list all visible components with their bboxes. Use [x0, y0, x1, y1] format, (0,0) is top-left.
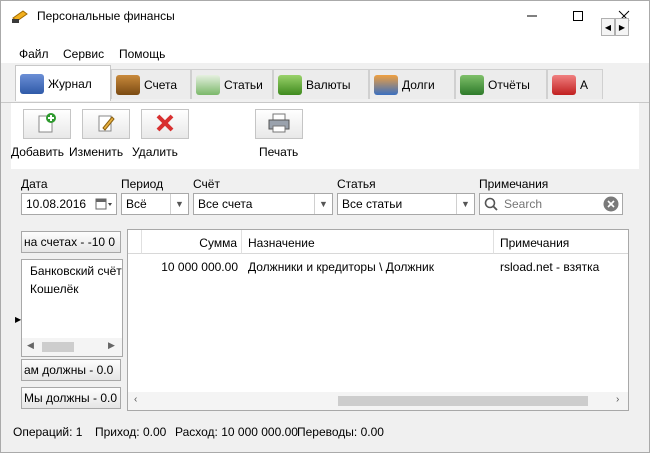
accounts-icon [116, 74, 140, 95]
tab-label: А [580, 77, 589, 92]
status-transfers: Переводы: 0.00 [297, 425, 384, 439]
menu-bar: Файл Сервис Помощь [1, 31, 649, 63]
app-window: Персональные финансы Файл Сервис Помощь … [0, 0, 650, 453]
add-button[interactable] [23, 109, 71, 139]
grid-row-header [128, 230, 142, 254]
edit-label: Изменить [69, 145, 124, 159]
toolbar: Добавить Изменить Удалить Печать [11, 103, 639, 169]
account-select[interactable]: Все счета ▼ [193, 193, 333, 215]
date-label: Дата [21, 177, 48, 191]
delete-label: Удалить [132, 145, 178, 159]
search-input[interactable] [504, 197, 594, 211]
minimize-button[interactable] [509, 1, 555, 31]
analytics-icon [552, 74, 576, 95]
add-icon [36, 112, 58, 137]
tab-label: Долги [402, 77, 435, 92]
period-select[interactable]: Всё ▼ [121, 193, 189, 215]
calendar-icon[interactable] [92, 194, 116, 214]
period-value: Всё [126, 197, 147, 211]
tab-currency[interactable]: Валюты [273, 69, 369, 99]
tab-journal[interactable]: Журнал [15, 65, 111, 101]
tab-label: Валюты [306, 77, 351, 92]
printer-icon [267, 112, 291, 137]
journal-grid: Сумма Назначение Примечания 10 000 000.0… [127, 229, 629, 411]
cell-purpose: Должники и кредиторы \ Должник [248, 260, 435, 274]
print-label: Печать [259, 145, 299, 159]
column-header-amount[interactable]: Сумма [142, 230, 242, 254]
column-header-purpose[interactable]: Назначение [242, 230, 494, 254]
notes-label: Примечания [479, 177, 549, 191]
menu-file[interactable]: Файл [19, 47, 49, 61]
window-title: Персональные финансы [37, 9, 175, 23]
print-button[interactable] [255, 109, 303, 139]
delete-icon [154, 112, 176, 137]
tab-label: Счета [144, 77, 178, 92]
status-income: Приход: 0.00 [95, 425, 167, 439]
cell-notes: rsload.net - взятка [500, 260, 600, 274]
add-label: Добавить [11, 145, 65, 159]
scroll-right-icon[interactable]: › [616, 394, 619, 405]
debts-icon [374, 74, 398, 95]
notes-search[interactable] [479, 193, 623, 215]
tab-label: Отчёты [488, 77, 530, 92]
tab-reports[interactable]: Отчёты [455, 69, 547, 99]
account-list-scrollbar[interactable]: ◀ ▶ [22, 338, 122, 356]
tab-analytics[interactable]: А [547, 69, 603, 99]
tab-scroll-left-button[interactable]: ◀ [601, 18, 615, 36]
status-expense: Расход: 10 000 000.00 [175, 425, 298, 439]
we-owe-button[interactable]: Мы должны - 0.0 [21, 387, 121, 409]
reports-icon [460, 74, 484, 95]
owed-to-us-button[interactable]: ам должны - 0.0 [21, 359, 121, 381]
tab-accounts[interactable]: Счета [111, 69, 191, 99]
article-value: Все статьи [342, 197, 403, 211]
cell-amount: 10 000 000.00 [161, 260, 238, 274]
tab-label: Журнал [48, 76, 92, 91]
scroll-left-icon[interactable]: ◀ [27, 340, 34, 351]
chevron-down-icon: ▼ [456, 194, 474, 214]
scroll-right-icon[interactable]: ▶ [108, 340, 115, 351]
app-logo-icon [11, 8, 29, 24]
delete-button[interactable] [141, 109, 189, 139]
scroll-thumb[interactable] [338, 396, 588, 406]
tab-strip: Журнал Счета Статьи Валюты Долги Отчёты … [1, 63, 649, 103]
menu-service[interactable]: Сервис [63, 47, 104, 61]
on-accounts-button[interactable]: на счетах - -10 0 [21, 231, 121, 253]
account-value: Все счета [198, 197, 253, 211]
scroll-left-icon[interactable]: ‹ [134, 394, 137, 405]
currency-icon [278, 74, 302, 95]
edit-button[interactable] [82, 109, 130, 139]
grid-horizontal-scrollbar[interactable]: ‹ › [128, 392, 628, 410]
account-item[interactable]: Банковский счёт [30, 264, 122, 278]
maximize-button[interactable] [555, 1, 601, 31]
chevron-down-icon: ▼ [314, 194, 332, 214]
article-select[interactable]: Все статьи ▼ [337, 193, 475, 215]
journal-icon [20, 73, 44, 94]
menu-help[interactable]: Помощь [119, 47, 165, 61]
account-item[interactable]: Кошелёк [30, 282, 79, 296]
date-picker[interactable]: 10.08.2016 [21, 193, 117, 215]
tab-articles[interactable]: Статьи [191, 69, 273, 99]
search-icon [484, 197, 498, 214]
articles-icon [196, 74, 220, 95]
splitter-arrow-icon[interactable]: ▶ [15, 315, 21, 324]
account-list: Банковский счёт Кошелёк ◀ ▶ [21, 259, 123, 357]
pencil-icon [95, 112, 117, 137]
clear-search-icon[interactable] [603, 196, 619, 215]
date-value: 10.08.2016 [26, 197, 87, 211]
title-bar: Персональные финансы [1, 1, 649, 31]
period-label: Период [121, 177, 164, 191]
filter-panel: Дата Период Счёт Статья Примечания 10.08… [11, 171, 631, 221]
chevron-down-icon: ▼ [170, 194, 188, 214]
tab-debts[interactable]: Долги [369, 69, 455, 99]
tab-label: Статьи [224, 77, 263, 92]
status-operations: Операций: 1 [13, 425, 83, 439]
column-header-notes[interactable]: Примечания [494, 230, 628, 254]
status-bar: Операций: 1 Приход: 0.00 Расход: 10 000 … [1, 419, 649, 443]
tab-scroll-right-button[interactable]: ▶ [615, 18, 629, 36]
article-label: Статья [337, 177, 376, 191]
scroll-thumb[interactable] [42, 342, 74, 352]
account-label: Счёт [193, 177, 220, 191]
